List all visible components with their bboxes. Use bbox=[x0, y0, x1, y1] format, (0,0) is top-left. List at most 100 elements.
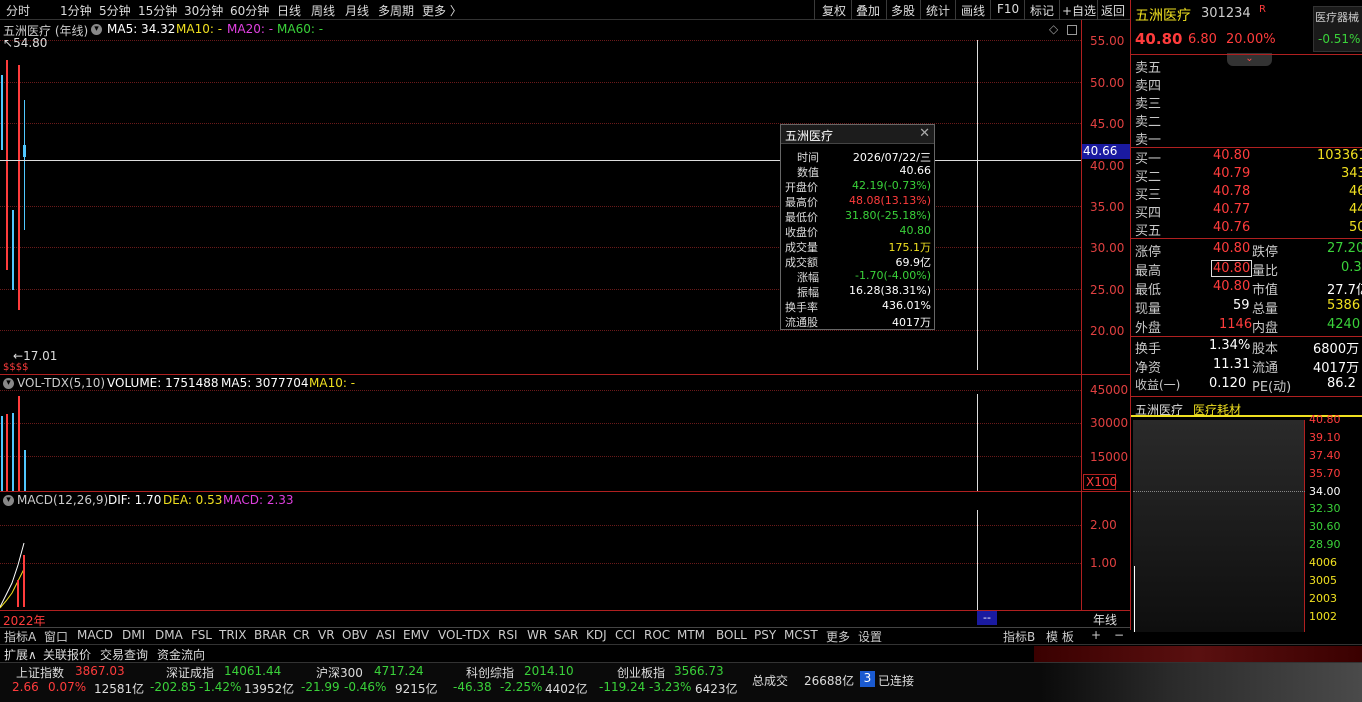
mini-tick: 28.90 bbox=[1309, 538, 1341, 551]
index-change: 2.66 bbox=[12, 680, 39, 694]
diamond-icon[interactable]: ◇ bbox=[1049, 22, 1058, 36]
candle bbox=[1, 75, 3, 150]
f10-button[interactable]: F10 bbox=[997, 2, 1019, 16]
tab-more[interactable]: 更多 bbox=[826, 628, 850, 645]
tab-mtm[interactable]: MTM bbox=[677, 628, 705, 642]
tab-monthly[interactable]: 月线 bbox=[345, 2, 369, 19]
tab-1min[interactable]: 1分钟 bbox=[60, 2, 92, 19]
tab-rsi[interactable]: RSI bbox=[498, 628, 518, 642]
tab-30min[interactable]: 30分钟 bbox=[184, 2, 223, 19]
mini-intraday-chart[interactable] bbox=[1133, 420, 1305, 632]
fuquan-button[interactable]: 复权 bbox=[822, 2, 846, 19]
index-pct: -0.46% bbox=[344, 680, 387, 694]
tab-psy[interactable]: PSY bbox=[754, 628, 776, 642]
tab-dmi[interactable]: DMI bbox=[122, 628, 145, 642]
volume-ma5: MA5: 3077704 bbox=[221, 376, 309, 390]
index-change: -21.99 bbox=[301, 680, 340, 694]
tab-related-quotes[interactable]: 关联报价 bbox=[43, 646, 91, 663]
tooltip-row: 流通股 4017万 bbox=[785, 316, 931, 329]
template-button[interactable]: 模 板 bbox=[1046, 628, 1074, 645]
tab-cr[interactable]: CR bbox=[293, 628, 310, 642]
tab-60min[interactable]: 60分钟 bbox=[230, 2, 269, 19]
tab-sar[interactable]: SAR bbox=[554, 628, 578, 642]
ask-level: 卖二 bbox=[1135, 115, 1162, 130]
tab-indicator-b[interactable]: 指标B bbox=[1003, 628, 1035, 645]
mini-tick: 30.60 bbox=[1309, 520, 1341, 533]
y-tick: 30.00 bbox=[1090, 241, 1125, 255]
tab-15min[interactable]: 15分钟 bbox=[138, 2, 177, 19]
candle bbox=[6, 60, 8, 270]
tab-weekly[interactable]: 周线 bbox=[311, 2, 335, 19]
tab-brar[interactable]: BRAR bbox=[254, 628, 287, 642]
tab-fenshi[interactable]: 分时 bbox=[6, 2, 30, 19]
ma5-label: MA5: 34.32 bbox=[107, 22, 176, 36]
chevron-down-icon[interactable]: ▾ bbox=[91, 24, 102, 35]
quote-panel: 五洲医疗 301234 R 医疗器械 -0.51% 40.80 6.80 20.… bbox=[1130, 0, 1362, 632]
tooltip-row: 成交量 175.1万 bbox=[785, 241, 931, 254]
mini-vol-tick: 1002 bbox=[1309, 610, 1337, 623]
ask-level: 卖三 bbox=[1135, 97, 1162, 112]
draw-button[interactable]: 画线 bbox=[961, 2, 985, 19]
ma20-label: MA20: - bbox=[227, 22, 274, 36]
tab-kdj[interactable]: KDJ bbox=[586, 628, 607, 642]
sector-box[interactable]: 医疗器械 -0.51% bbox=[1313, 6, 1362, 52]
kline-chart-area[interactable]: 五洲医疗 (年线) ▾ MA5: 34.32 MA10: - MA20: - M… bbox=[0, 20, 1130, 630]
chart-toolbar: 复权 叠加 多股 统计 画线 F10 标记 +自选 返回 bbox=[814, 0, 1130, 20]
tab-trade-query[interactable]: 交易查询 bbox=[100, 646, 148, 663]
tab-expand[interactable]: 扩展∧ bbox=[4, 646, 37, 663]
tab-fund-flow[interactable]: 资金流向 bbox=[157, 646, 205, 663]
index-name[interactable]: 上证指数 bbox=[16, 664, 64, 681]
index-name[interactable]: 创业板指 bbox=[617, 664, 665, 681]
price-change-pct: 20.00% bbox=[1226, 32, 1276, 47]
tab-emv[interactable]: EMV bbox=[403, 628, 429, 642]
data-tooltip-window: 五洲医疗 ✕ 时间 2026/07/22/三 数值 40.66 开盘价 42.19(-… bbox=[780, 124, 935, 330]
tab-obv[interactable]: OBV bbox=[342, 628, 368, 642]
add-favorite-button[interactable]: +自选 bbox=[1062, 2, 1096, 19]
chevron-down-icon[interactable]: ▾ bbox=[3, 378, 14, 389]
mini-tick: 40.80 bbox=[1309, 413, 1341, 426]
tab-settings[interactable]: 设置 bbox=[858, 628, 882, 645]
tab-vol-tdx[interactable]: VOL-TDX bbox=[438, 628, 490, 642]
tab-roc[interactable]: ROC bbox=[644, 628, 670, 642]
tab-multi[interactable]: 多周期 bbox=[378, 2, 414, 19]
tab-asi[interactable]: ASI bbox=[376, 628, 395, 642]
tab-window[interactable]: 窗口 bbox=[44, 628, 68, 645]
tab-indicator-a[interactable]: 指标A bbox=[4, 628, 36, 645]
mini-tick: 32.30 bbox=[1309, 502, 1341, 515]
index-value: 3867.03 bbox=[75, 664, 125, 678]
tab-vr[interactable]: VR bbox=[318, 628, 335, 642]
bid-level: 买一 40.80 103361 bbox=[1135, 148, 1362, 167]
index-name[interactable]: 科创综指 bbox=[466, 664, 514, 681]
ask-level: 卖四 bbox=[1135, 79, 1162, 94]
ticker-area bbox=[1040, 663, 1362, 702]
close-icon[interactable]: ✕ bbox=[919, 126, 930, 141]
window-toggle-icon[interactable] bbox=[1067, 25, 1077, 35]
tab-dma[interactable]: DMA bbox=[155, 628, 183, 642]
zoom-in-button[interactable]: + bbox=[1091, 628, 1101, 642]
stats-button[interactable]: 统计 bbox=[926, 2, 950, 19]
connection-status[interactable]: 已连接 bbox=[878, 672, 914, 689]
tab-wr[interactable]: WR bbox=[527, 628, 547, 642]
tab-5min[interactable]: 5分钟 bbox=[99, 2, 131, 19]
tab-mcst[interactable]: MCST bbox=[784, 628, 818, 642]
ask-level: 卖一 bbox=[1135, 133, 1162, 148]
multi-stock-button[interactable]: 多股 bbox=[891, 2, 915, 19]
overlay-button[interactable]: 叠加 bbox=[856, 2, 880, 19]
tab-fsl[interactable]: FSL bbox=[191, 628, 212, 642]
tab-macd[interactable]: MACD bbox=[77, 628, 113, 642]
tab-more[interactable]: 更多 〉 bbox=[422, 2, 462, 19]
crosshair-value-label: 40.66 bbox=[1082, 144, 1130, 159]
index-name[interactable]: 沪深300 bbox=[316, 664, 363, 681]
tab-boll[interactable]: BOLL bbox=[716, 628, 747, 642]
index-name[interactable]: 深证成指 bbox=[166, 664, 214, 681]
tooltip-row: 时间 2026/07/22/三 bbox=[797, 151, 931, 164]
index-amount: 13952亿 bbox=[244, 682, 295, 696]
back-button[interactable]: 返回 bbox=[1101, 2, 1125, 19]
tab-cci[interactable]: CCI bbox=[615, 628, 635, 642]
chevron-down-icon[interactable]: ▾ bbox=[3, 495, 14, 506]
zoom-out-button[interactable]: − bbox=[1114, 628, 1124, 642]
mark-button[interactable]: 标记 bbox=[1030, 2, 1054, 19]
fundamental-row: 净资 11.31 流通 4017万 bbox=[1135, 357, 1360, 376]
tab-daily[interactable]: 日线 bbox=[277, 2, 301, 19]
tab-trix[interactable]: TRIX bbox=[219, 628, 246, 642]
